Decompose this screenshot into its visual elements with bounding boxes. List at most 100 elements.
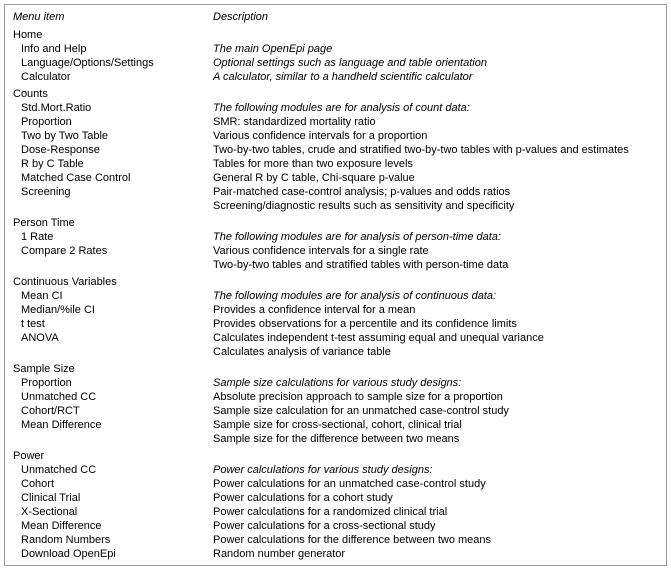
menu-cell: Unmatched CC [9, 390, 209, 404]
table-row: Compare 2 RatesVarious confidence interv… [9, 244, 662, 258]
desc-cell: Sample size for cross-sectional, cohort,… [209, 418, 662, 432]
menu-cell: Proportion [9, 115, 209, 129]
table-row: t testProvides observations for a percen… [9, 317, 662, 331]
menu-cell: X-Sectional [9, 505, 209, 519]
menu-cell: Language/Options/Settings [9, 56, 209, 70]
desc-cell: General R by C table, Chi-square p-value [209, 171, 662, 185]
table-row: R by C TableTables for more than two exp… [9, 157, 662, 171]
menu-cell: ANOVA [9, 331, 209, 345]
col-menu-header: Menu item [9, 9, 209, 25]
menu-cell: Cohort [9, 477, 209, 491]
desc-cell: Screening/diagnostic results such as sen… [209, 199, 662, 213]
table-row: Matched Case ControlGeneral R by C table… [9, 171, 662, 185]
desc-cell: Various confidence intervals for a propo… [209, 129, 662, 143]
table-row: ANOVACalculates independent t-test assum… [9, 331, 662, 345]
table-row: Sample Size [9, 359, 662, 376]
table-row: Cohort/RCTSample size calculation for an… [9, 404, 662, 418]
menu-cell: Unmatched CC [9, 463, 209, 477]
desc-cell: Sample size for the difference between t… [209, 432, 662, 446]
table-row: CalculatorA calculator, similar to a han… [9, 70, 662, 84]
menu-cell: Proportion [9, 376, 209, 390]
desc-cell: Tables for more than two exposure levels [209, 157, 662, 171]
table-row: Download OpenEpiRandom number generator [9, 547, 662, 561]
table-row: Calculates analysis of variance table [9, 345, 662, 359]
menu-cell: Random Numbers [9, 533, 209, 547]
desc-cell: Various confidence intervals for a singl… [209, 244, 662, 258]
desc-cell [209, 213, 662, 230]
table-row: Mean DifferencePower calculations for a … [9, 519, 662, 533]
main-container: Menu item Description HomeInfo and HelpT… [4, 4, 667, 566]
desc-cell: Calculates analysis of variance table [209, 345, 662, 359]
menu-cell [9, 432, 209, 446]
desc-cell: Power calculations for a cohort study [209, 491, 662, 505]
table-row: Power [9, 446, 662, 463]
table-row: Counts [9, 84, 662, 101]
table-row: Info and HelpThe main OpenEpi page [9, 42, 662, 56]
menu-cell: Sample Size [9, 359, 209, 376]
desc-cell: Power calculations for a randomized clin… [209, 505, 662, 519]
desc-cell: The following modules are for analysis o… [209, 230, 662, 244]
table-row: Median/%ile CIProvides a confidence inte… [9, 303, 662, 317]
menu-cell [9, 199, 209, 213]
table-row: Unmatched CCPower calculations for vario… [9, 463, 662, 477]
desc-cell [209, 25, 662, 42]
menu-cell: Screening [9, 185, 209, 199]
table-header: Menu item Description [9, 9, 662, 25]
desc-cell [209, 359, 662, 376]
desc-cell: Sample size calculation for an unmatched… [209, 404, 662, 418]
table-row: X-SectionalPower calculations for a rand… [9, 505, 662, 519]
table-row: Person Time [9, 213, 662, 230]
menu-cell: Mean Difference [9, 519, 209, 533]
menu-cell: Mean CI [9, 289, 209, 303]
desc-cell: Two-by-two tables and stratified tables … [209, 258, 662, 272]
menu-cell: Counts [9, 84, 209, 101]
menu-cell: Info and Help [9, 42, 209, 56]
col-desc-header: Description [209, 9, 662, 25]
desc-cell [209, 84, 662, 101]
desc-cell: Calculates independent t-test assuming e… [209, 331, 662, 345]
desc-cell: Power calculations for an unmatched case… [209, 477, 662, 491]
menu-cell: Clinical Trial [9, 491, 209, 505]
table-row: Mean DifferenceSample size for cross-sec… [9, 418, 662, 432]
desc-cell: Optional settings such as language and t… [209, 56, 662, 70]
table-row: 1 RateThe following modules are for anal… [9, 230, 662, 244]
menu-table: Menu item Description HomeInfo and HelpT… [9, 9, 662, 561]
table-row: Std.Mort.RatioThe following modules are … [9, 101, 662, 115]
desc-cell: The following modules are for analysis o… [209, 101, 662, 115]
table-row: CohortPower calculations for an unmatche… [9, 477, 662, 491]
desc-cell: The main OpenEpi page [209, 42, 662, 56]
menu-cell: Calculator [9, 70, 209, 84]
table-row: Mean CIThe following modules are for ana… [9, 289, 662, 303]
menu-cell [9, 345, 209, 359]
desc-cell: Absolute precision approach to sample si… [209, 390, 662, 404]
table-row: Home [9, 25, 662, 42]
menu-cell: Compare 2 Rates [9, 244, 209, 258]
desc-cell: Sample size calculations for various stu… [209, 376, 662, 390]
table-row: Clinical TrialPower calculations for a c… [9, 491, 662, 505]
desc-cell: A calculator, similar to a handheld scie… [209, 70, 662, 84]
table-row: ProportionSample size calculations for v… [9, 376, 662, 390]
desc-cell: Random number generator [209, 547, 662, 561]
menu-cell: Continuous Variables [9, 272, 209, 289]
table-row: Language/Options/SettingsOptional settin… [9, 56, 662, 70]
desc-cell: SMR: standardized mortality ratio [209, 115, 662, 129]
menu-cell: Power [9, 446, 209, 463]
desc-cell: The following modules are for analysis o… [209, 289, 662, 303]
table-row: Continuous Variables [9, 272, 662, 289]
desc-cell: Two-by-two tables, crude and stratified … [209, 143, 662, 157]
table-row: Two by Two TableVarious confidence inter… [9, 129, 662, 143]
menu-cell: 1 Rate [9, 230, 209, 244]
menu-cell [9, 258, 209, 272]
table-row: Random NumbersPower calculations for the… [9, 533, 662, 547]
desc-cell: Provides a confidence interval for a mea… [209, 303, 662, 317]
menu-cell: Dose-Response [9, 143, 209, 157]
menu-cell: Person Time [9, 213, 209, 230]
table-row: Screening/diagnostic results such as sen… [9, 199, 662, 213]
menu-cell: Matched Case Control [9, 171, 209, 185]
menu-cell: R by C Table [9, 157, 209, 171]
desc-cell: Provides observations for a percentile a… [209, 317, 662, 331]
menu-cell: t test [9, 317, 209, 331]
desc-cell: Power calculations for a cross-sectional… [209, 519, 662, 533]
table-row: Unmatched CCAbsolute precision approach … [9, 390, 662, 404]
menu-cell: Home [9, 25, 209, 42]
